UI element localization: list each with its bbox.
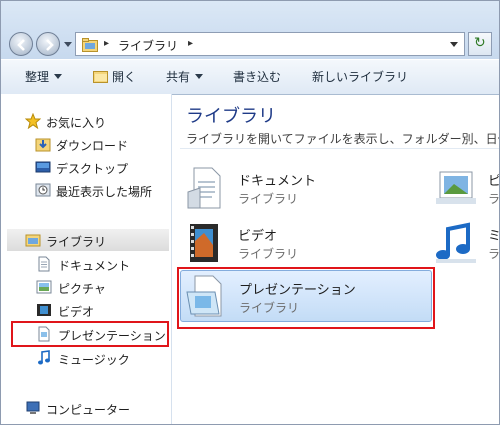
explorer-window: ▸ ライブラリ ▸ ↻ 整理 開く 共有 書き込む 新しいライブラリ お気に入り… (0, 0, 500, 425)
nav-computer[interactable]: コンピューター (1, 397, 169, 419)
tile-kind: ラ (488, 247, 500, 261)
nav-downloads[interactable]: ダウンロード (1, 133, 169, 155)
presentation-tile-highlight (177, 267, 435, 329)
nav-desktop[interactable]: デスクトップ (1, 156, 169, 178)
nav-item-label: デスクトップ (56, 162, 129, 176)
breadcrumb-separator[interactable]: ▸ (188, 38, 193, 49)
page-subtitle: ライブラリを開いてファイルを表示し、フォルダー別、日付別 (186, 132, 500, 146)
tile-kind: ラ (488, 192, 500, 206)
nav-presentation-highlight (11, 321, 169, 347)
nav-music[interactable]: ミュージック (1, 347, 169, 369)
document-icon (38, 256, 50, 272)
nav-item-label: 最近表示した場所 (56, 185, 153, 199)
arrow-right-icon (46, 39, 54, 51)
music-note-icon (38, 350, 50, 365)
nav-item-label: ビデオ (58, 305, 95, 319)
open-button[interactable]: 開く (93, 68, 136, 85)
refresh-icon: ↻ (474, 35, 486, 51)
tile-kind: ライブラリ (238, 247, 299, 261)
back-button[interactable] (9, 32, 33, 56)
music-note-icon (436, 222, 476, 263)
document-icon (187, 167, 221, 209)
open-label: 開く (112, 70, 137, 84)
address-box[interactable]: ▸ ライブラリ ▸ (75, 32, 465, 56)
share-label: 共有 (166, 70, 191, 84)
nav-recent-places[interactable]: 最近表示した場所 (1, 179, 169, 201)
burn-button[interactable]: 書き込む (233, 68, 281, 85)
nav-computer-label: コンピューター (46, 403, 131, 417)
breadcrumb-libraries[interactable]: ライブラリ (118, 37, 178, 54)
library-content-pane: ライブラリ ライブラリを開いてファイルを表示し、フォルダー別、日付別 ドキュメン… (172, 94, 499, 424)
chevron-down-icon (195, 74, 204, 79)
nav-pictures[interactable]: ピクチャ (1, 276, 169, 298)
divider (180, 148, 499, 149)
nav-item-label: ミュージック (58, 353, 130, 367)
computer-icon (26, 401, 40, 414)
breadcrumb-separator[interactable]: ▸ (104, 38, 109, 49)
tile-name: ドキュメント (238, 174, 317, 189)
chevron-down-icon (54, 74, 63, 79)
nav-item-label: ダウンロード (56, 139, 129, 153)
nav-favorites-label: お気に入り (46, 116, 107, 130)
library-tile-pictures[interactable]: ピ ラ (434, 166, 499, 210)
library-tile-music[interactable]: ミ ラ (434, 221, 499, 265)
command-bar: 整理 開く 共有 書き込む 新しいライブラリ (1, 59, 499, 95)
organize-button[interactable]: 整理 (25, 68, 63, 85)
library-folder-icon (25, 234, 41, 247)
library-tile-documents[interactable]: ドキュメント ライブラリ (184, 166, 434, 210)
recent-places-icon (35, 183, 51, 197)
tile-kind: ライブラリ (238, 192, 299, 206)
nav-item-label: ドキュメント (58, 259, 131, 273)
video-icon (37, 304, 51, 316)
arrow-left-icon (17, 39, 25, 51)
video-icon (190, 224, 218, 262)
navigation-pane: お気に入り ダウンロード デスクトップ 最近表示した場所 ライブラリ ドキュメン… (1, 94, 172, 424)
nav-documents[interactable]: ドキュメント (1, 253, 169, 275)
nav-favorites[interactable]: お気に入り (1, 110, 169, 132)
page-title: ライブラリ (186, 106, 276, 127)
desktop-icon (35, 161, 51, 173)
organize-label: 整理 (25, 70, 50, 84)
nav-videos[interactable]: ビデオ (1, 299, 169, 321)
picture-icon (36, 280, 52, 294)
recent-pages-dropdown[interactable] (64, 42, 72, 47)
tile-name: ミ (488, 229, 500, 244)
nav-libraries[interactable]: ライブラリ (7, 229, 169, 251)
star-icon (25, 113, 41, 129)
library-folder-icon (82, 38, 98, 52)
tile-name: ビデオ (238, 229, 278, 244)
new-library-button[interactable]: 新しいライブラリ (312, 68, 408, 85)
library-tile-videos[interactable]: ビデオ ライブラリ (184, 221, 434, 265)
refresh-button[interactable]: ↻ (468, 32, 492, 56)
address-dropdown-icon[interactable] (450, 42, 458, 47)
picture-icon (436, 171, 476, 204)
download-folder-icon (35, 138, 51, 152)
forward-button[interactable] (36, 32, 60, 56)
nav-item-label: ピクチャ (58, 282, 106, 296)
tile-name: ピ (488, 174, 500, 189)
folder-open-icon (93, 71, 108, 83)
nav-libraries-label: ライブラリ (46, 235, 107, 249)
share-button[interactable]: 共有 (166, 68, 204, 85)
address-bar-area: ▸ ライブラリ ▸ ↻ (1, 1, 499, 59)
